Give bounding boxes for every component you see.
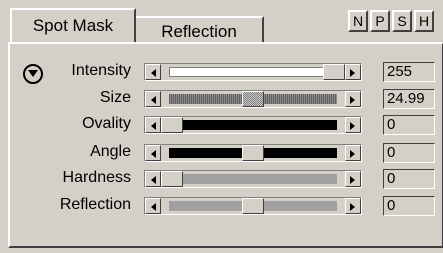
hardness-value-field[interactable]: 0 [383,169,435,189]
size-label: Size [99,89,131,106]
intensity-track [169,67,337,77]
tab-spot-mask[interactable]: Spot Mask [10,8,136,42]
arrow-right-icon[interactable] [345,145,361,161]
intensity-slider[interactable] [144,63,362,81]
arrow-left-icon[interactable] [145,117,161,133]
angle-slider[interactable] [144,144,362,162]
hardness-label: Hardness [62,169,131,186]
n-button[interactable]: N [348,10,368,32]
arrow-right-icon[interactable] [345,117,361,133]
row-hardness: Hardness 0 [0,168,443,190]
ovality-slider[interactable] [144,116,362,134]
ovality-value-field[interactable]: 0 [383,115,435,135]
row-angle: Angle 0 [0,142,443,164]
angle-value-field[interactable]: 0 [383,143,435,163]
reflection-label: Reflection [59,196,131,213]
row-size: Size 24.99 [0,88,443,110]
hardness-track [169,174,337,184]
arrow-right-icon[interactable] [345,64,361,80]
arrow-right-icon[interactable] [345,91,361,107]
intensity-thumb[interactable] [323,64,345,80]
reflection-thumb[interactable] [242,198,264,214]
arrow-left-icon[interactable] [145,91,161,107]
s-button[interactable]: S [392,10,412,32]
row-ovality: Ovality 0 [0,114,443,136]
ovality-thumb[interactable] [161,117,183,133]
ovality-track [169,120,337,130]
angle-thumb[interactable] [242,145,264,161]
angle-label: Angle [90,143,131,160]
p-button[interactable]: P [370,10,390,32]
size-value-field[interactable]: 24.99 [383,89,435,109]
arrow-left-icon[interactable] [145,145,161,161]
size-thumb[interactable] [242,91,264,107]
hardness-thumb[interactable] [161,171,183,187]
arrow-right-icon[interactable] [345,198,361,214]
reflection-value-field[interactable]: 0 [383,196,435,216]
ovality-label: Ovality [82,115,131,132]
h-button[interactable]: H [414,10,434,32]
intensity-label: Intensity [71,62,131,79]
arrow-left-icon[interactable] [145,64,161,80]
arrow-right-icon[interactable] [345,171,361,187]
reflection-slider[interactable] [144,197,362,215]
hardness-slider[interactable] [144,170,362,188]
tab-reflection[interactable]: Reflection [136,16,264,42]
row-reflection: Reflection 0 [0,195,443,217]
arrow-left-icon[interactable] [145,198,161,214]
arrow-left-icon[interactable] [145,171,161,187]
intensity-value-field[interactable]: 255 [383,62,435,82]
row-intensity: Intensity 255 [0,61,443,83]
size-slider[interactable] [144,90,362,108]
